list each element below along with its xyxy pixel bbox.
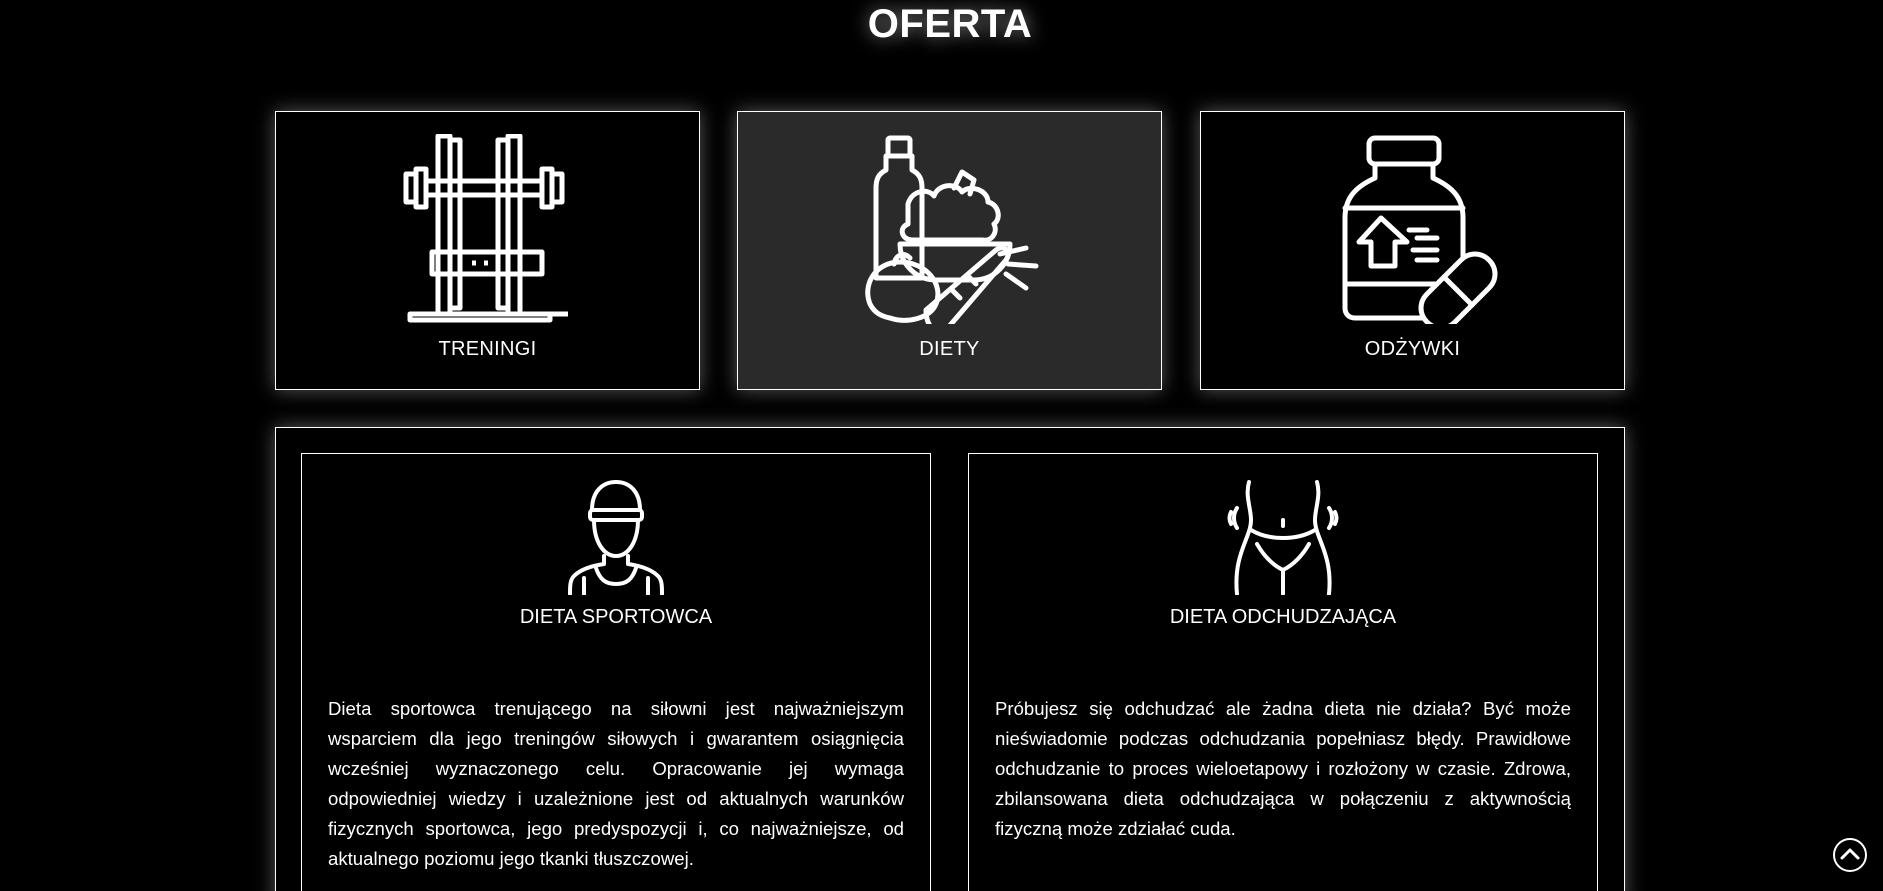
offer-card-label: TRENINGI: [438, 338, 537, 360]
gym-rack-icon: [403, 134, 568, 323]
diet-panel-text: Dieta sportowca trenującego na siłowni j…: [328, 698, 904, 869]
slim-waist-icon: [1227, 480, 1339, 595]
offer-card-diety[interactable]: DIETY: [737, 111, 1162, 390]
diet-panel-title: DIETA SPORTOWCA: [519, 606, 713, 628]
offer-card-odzywki[interactable]: ODŻYWKI: [1200, 111, 1625, 390]
diet-panel-sportowca: DIETA SPORTOWCA Dieta sportowca trenując…: [301, 453, 931, 891]
supplement-jar-icon: [1342, 135, 1497, 324]
offer-card-label: DIETY: [919, 338, 980, 360]
diet-panel-odchudzajaca: DIETA ODCHUDZAJĄCA Próbujesz się odchudz…: [968, 453, 1598, 891]
diet-panel-title: DIETA ODCHUDZAJĄCA: [1169, 606, 1397, 628]
diet-panel-text: Próbujesz się odchudzać ale żadna dieta …: [995, 698, 1571, 839]
offer-card-treningi[interactable]: TRENINGI: [275, 111, 700, 390]
athlete-icon: [568, 480, 664, 595]
section-title: OFERTA: [867, 2, 1033, 46]
offer-card-label: ODŻYWKI: [1364, 338, 1461, 360]
scroll-to-top-button[interactable]: [1833, 838, 1867, 872]
page: OFERTA TRENINGI DIETY ODŻYWKI DIETA SPOR…: [0, 0, 1883, 891]
chevron-up-circle-icon: [1840, 848, 1860, 860]
healthy-food-icon: [864, 135, 1038, 324]
